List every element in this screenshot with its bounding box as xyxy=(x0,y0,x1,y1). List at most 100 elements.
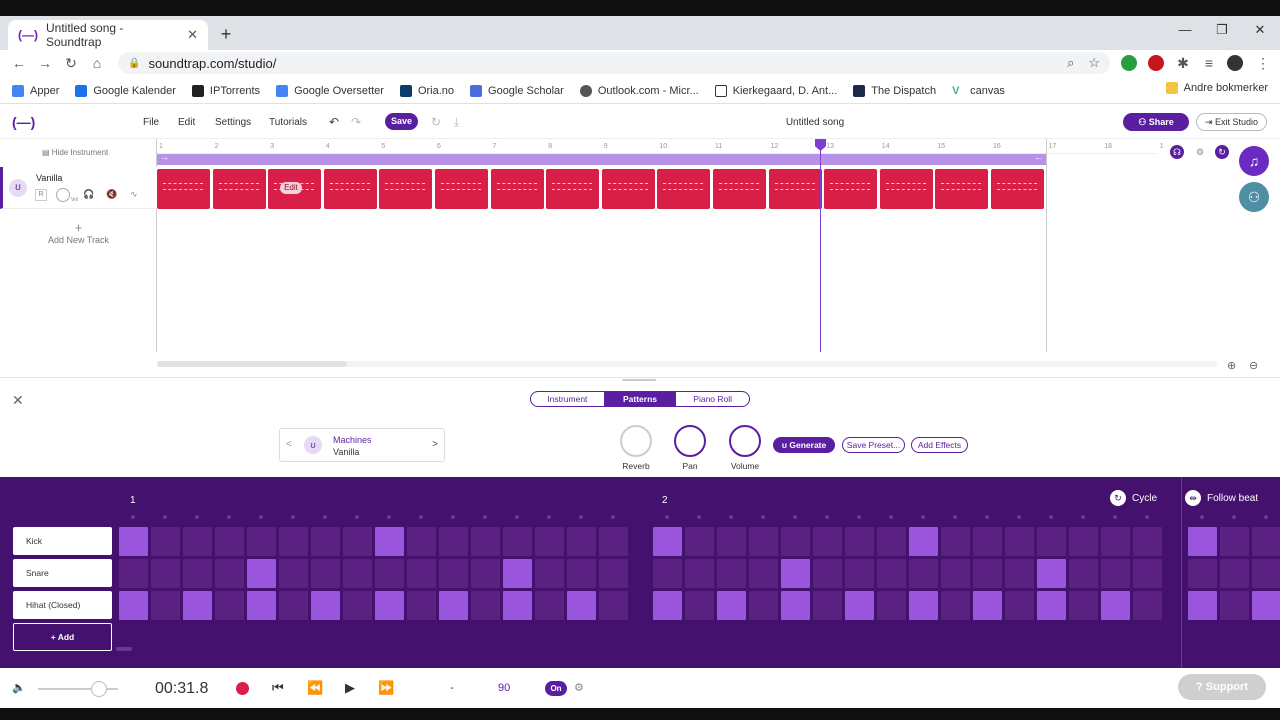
step-cell[interactable] xyxy=(503,559,532,588)
save-button[interactable]: Save xyxy=(385,113,418,130)
step-cell[interactable] xyxy=(151,559,180,588)
edit-clip-badge[interactable]: Edit xyxy=(280,182,302,194)
follow-beat-toggle[interactable]: ⇹ Follow beat xyxy=(1185,490,1258,506)
close-panel-icon[interactable]: ✕ xyxy=(12,392,24,409)
menu-settings[interactable]: Settings xyxy=(215,117,251,128)
download-icon[interactable]: ⤓ xyxy=(454,115,459,130)
pattern-clip[interactable] xyxy=(435,169,488,209)
step-cell[interactable] xyxy=(183,591,212,620)
step-cell[interactable] xyxy=(781,559,810,588)
rewind-icon[interactable]: ⏪ xyxy=(307,680,323,696)
step-cell[interactable] xyxy=(279,591,308,620)
zoom-search-icon[interactable]: ⌕ xyxy=(1067,55,1074,71)
step-cell[interactable] xyxy=(1005,527,1034,556)
support-button[interactable]: ? Support xyxy=(1178,674,1266,700)
prev-preset-icon[interactable]: < xyxy=(286,439,292,450)
step-cell[interactable] xyxy=(535,527,564,556)
browser-tab[interactable]: (—) Untitled song - Soundtrap ✕ xyxy=(8,20,208,50)
step-cell[interactable] xyxy=(471,527,500,556)
record-button[interactable] xyxy=(236,682,249,695)
step-cell[interactable] xyxy=(567,527,596,556)
step-cell[interactable] xyxy=(1220,559,1249,588)
track-name[interactable]: Vanilla xyxy=(36,173,62,183)
step-cell[interactable] xyxy=(311,591,340,620)
step-cell[interactable] xyxy=(877,591,906,620)
step-cell[interactable] xyxy=(717,559,746,588)
tab-patterns[interactable]: Patterns xyxy=(603,392,677,406)
undo-icon[interactable]: ↶ xyxy=(329,115,339,129)
step-cell[interactable] xyxy=(503,527,532,556)
step-cell[interactable] xyxy=(375,527,404,556)
step-cell[interactable] xyxy=(653,591,682,620)
next-preset-icon[interactable]: > xyxy=(432,439,438,450)
bookmark-calendar[interactable]: Google Kalender xyxy=(75,84,176,97)
mute-icon[interactable]: 🔇 xyxy=(106,189,117,200)
step-cell[interactable] xyxy=(781,591,810,620)
step-cell[interactable] xyxy=(439,559,468,588)
step-cell[interactable] xyxy=(1220,591,1249,620)
reload-icon[interactable]: ↻ xyxy=(62,55,80,72)
step-cell[interactable] xyxy=(1252,527,1280,556)
pan-knob[interactable] xyxy=(674,425,706,457)
row-label-snare[interactable]: Snare xyxy=(13,559,112,587)
step-cell[interactable] xyxy=(1133,527,1162,556)
tempo-display[interactable]: 90 xyxy=(498,682,510,694)
step-cell[interactable] xyxy=(119,527,148,556)
pattern-clip[interactable] xyxy=(824,169,878,209)
row-label-hihat[interactable]: Hihat (Closed) xyxy=(13,591,112,619)
skip-to-start-icon[interactable]: ⏮ xyxy=(272,680,284,696)
step-cell[interactable] xyxy=(1037,559,1066,588)
redo-icon[interactable]: ↷ xyxy=(351,115,361,129)
step-cell[interactable] xyxy=(343,591,372,620)
pattern-clip[interactable] xyxy=(935,169,989,209)
bookmark-dispatch[interactable]: The Dispatch xyxy=(853,84,936,97)
window-close-icon[interactable]: ✕ xyxy=(1250,22,1270,38)
step-cell[interactable] xyxy=(183,527,212,556)
step-cell[interactable] xyxy=(375,591,404,620)
zoom-out-icon[interactable]: ⊖ xyxy=(1249,359,1258,372)
step-cell[interactable] xyxy=(1101,559,1130,588)
soundtrap-logo[interactable]: (—) xyxy=(12,114,35,130)
master-volume-handle[interactable] xyxy=(91,681,107,697)
share-button[interactable]: ⚇ Share xyxy=(1123,113,1189,131)
step-cell[interactable] xyxy=(407,559,436,588)
step-cell[interactable] xyxy=(503,591,532,620)
step-cell[interactable] xyxy=(813,591,842,620)
record-arm-button[interactable]: R xyxy=(35,189,47,201)
other-bookmarks[interactable]: Andre bokmerker xyxy=(1165,82,1268,94)
refresh-circle-icon[interactable]: ↻ xyxy=(1215,145,1229,159)
bookmark-apps[interactable]: Apper xyxy=(12,84,59,97)
back-icon[interactable]: ← xyxy=(10,55,28,71)
bookmark-star-icon[interactable]: ☆ xyxy=(1088,55,1100,71)
sync-icon[interactable]: ↻ xyxy=(431,115,441,129)
step-cell[interactable] xyxy=(375,559,404,588)
hide-instrument-button[interactable]: ▤ Hide Instrument xyxy=(42,148,108,157)
scrollbar-thumb[interactable] xyxy=(157,361,347,367)
extension-shield-icon[interactable] xyxy=(1121,55,1137,71)
add-row-button[interactable]: + Add xyxy=(13,623,112,651)
cycle-toggle[interactable]: ↻ Cycle xyxy=(1110,490,1157,506)
step-cell[interactable] xyxy=(1069,591,1098,620)
bookmark-translate[interactable]: Google Oversetter xyxy=(276,84,384,97)
pattern-clip[interactable] xyxy=(212,169,266,209)
step-cell[interactable] xyxy=(567,559,596,588)
step-cell[interactable] xyxy=(119,559,148,588)
step-cell[interactable] xyxy=(813,527,842,556)
tab-piano-roll[interactable]: Piano Roll xyxy=(676,392,749,406)
zoom-in-icon[interactable]: ⊕ xyxy=(1227,359,1236,372)
pattern-clip[interactable] xyxy=(768,169,822,209)
play-icon[interactable]: ▶ xyxy=(345,680,355,696)
bookmark-kierkegaard[interactable]: Kierkegaard, D. Ant... xyxy=(714,84,837,97)
step-cell[interactable] xyxy=(941,527,970,556)
step-cell[interactable] xyxy=(247,591,276,620)
row-label-kick[interactable]: Kick xyxy=(13,527,112,555)
step-cell[interactable] xyxy=(1252,559,1280,588)
step-cell[interactable] xyxy=(1005,591,1034,620)
step-cell[interactable] xyxy=(215,591,244,620)
headset-icon[interactable]: ☊ xyxy=(1170,145,1184,159)
bookmark-canvas[interactable]: Vcanvas xyxy=(952,84,1005,97)
step-cell[interactable] xyxy=(407,591,436,620)
generate-button[interactable]: ʊ Generate xyxy=(773,437,835,453)
step-cell[interactable] xyxy=(1188,559,1217,588)
step-cell[interactable] xyxy=(1188,591,1217,620)
